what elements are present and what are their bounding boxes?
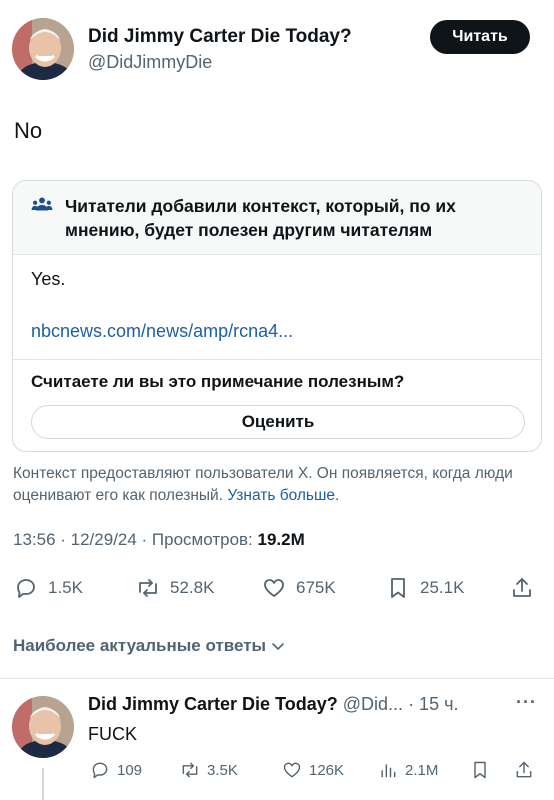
reply-like-button[interactable]: 126K: [282, 760, 344, 780]
repost-count: 52.8K: [170, 578, 215, 597]
analytics-icon: [381, 764, 396, 778]
divider: [0, 678, 554, 679]
bookmark-button[interactable]: 25.1K: [386, 576, 464, 600]
community-note-body: Yes.: [31, 269, 66, 289]
bookmark-icon: [474, 761, 486, 779]
reply-view-count: 2.1M: [405, 761, 439, 779]
reply-text: FUCK: [88, 724, 137, 744]
divider: [13, 359, 541, 360]
community-note-link[interactable]: nbcnews.com/news/amp/rcna4...: [31, 321, 293, 342]
repost-button[interactable]: 52.8K: [136, 576, 214, 600]
reply-share-button[interactable]: [514, 760, 541, 780]
reply-repost-count: 3.5K: [207, 761, 238, 779]
reply-author-handle[interactable]: @Did...: [343, 694, 403, 714]
sort-replies-label: Наиболее актуальные ответы: [13, 636, 267, 655]
reply-count: 1.5K: [48, 578, 83, 597]
tweet-meta: 13:56 · 12/29/24 · Просмотров: 19.2M: [13, 530, 305, 550]
note-helpful-question: Считаете ли вы это примечание полезным?: [31, 372, 405, 391]
author-name[interactable]: Did Jimmy Carter Die Today?: [88, 26, 352, 48]
heart-icon: [283, 762, 301, 778]
author-handle[interactable]: @DidJimmyDie: [88, 52, 212, 73]
timestamp: 13:56 · 12/29/24 · Просмотров:: [13, 530, 258, 549]
reply-avatar[interactable]: [12, 696, 74, 758]
repost-icon: [139, 579, 157, 597]
more-options-icon[interactable]: ···: [516, 692, 537, 713]
author-avatar[interactable]: [12, 18, 74, 80]
share-icon: [513, 578, 531, 597]
reply-like-count: 126K: [309, 761, 345, 779]
bookmark-count: 25.1K: [420, 578, 465, 597]
chevron-down-icon: [272, 643, 284, 651]
reply-icon: [92, 762, 108, 779]
rate-button[interactable]: Оценить: [31, 405, 525, 439]
community-note: Читатели добавили контекст, который, по …: [12, 180, 542, 452]
reply-bookmark-button[interactable]: [470, 760, 497, 780]
bookmark-icon: [391, 578, 405, 598]
community-note-title: Читатели добавили контекст, который, по …: [65, 196, 456, 240]
reply-repost-button[interactable]: 3.5K: [180, 760, 238, 780]
tweet-text: No: [14, 118, 43, 143]
repost-icon: [182, 762, 198, 778]
share-button[interactable]: [510, 576, 544, 600]
reply-reply-button[interactable]: 109: [90, 760, 142, 780]
like-button[interactable]: 675K: [262, 576, 336, 600]
reply-reply-count: 109: [117, 761, 143, 779]
share-icon: [516, 761, 532, 778]
sort-replies-dropdown[interactable]: Наиболее актуальные ответы: [13, 636, 286, 656]
like-count: 675K: [296, 578, 336, 597]
follow-button[interactable]: Читать: [430, 20, 530, 54]
thread-line: [42, 768, 44, 800]
context-info: Контекст предоставляют пользователи X. О…: [13, 463, 543, 507]
learn-more-link[interactable]: Узнать больше.: [227, 487, 339, 504]
reply-views-button[interactable]: 2.1M: [378, 760, 438, 780]
heart-icon: [264, 579, 284, 597]
reply-time: · 15 ч.: [408, 694, 459, 714]
reply-header: Did Jimmy Carter Die Today? @Did... · 15…: [88, 694, 458, 715]
reply-author-name[interactable]: Did Jimmy Carter Die Today?: [88, 694, 338, 714]
reply-icon: [17, 579, 35, 598]
reply-button[interactable]: 1.5K: [14, 576, 83, 600]
view-count: 19.2M: [257, 530, 305, 549]
people-icon: [31, 195, 53, 215]
community-note-header: Читатели добавили контекст, который, по …: [13, 181, 541, 255]
